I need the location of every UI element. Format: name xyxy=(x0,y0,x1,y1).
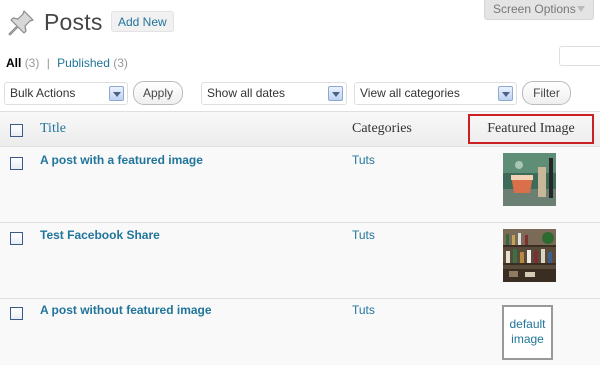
screen-options-button[interactable]: Screen Options xyxy=(484,0,594,20)
bulk-actions-select[interactable]: Bulk Actions xyxy=(4,82,128,105)
chevron-down-icon xyxy=(498,86,513,101)
filter-button[interactable]: Filter xyxy=(522,81,571,105)
dates-value: Show all dates xyxy=(207,86,286,100)
add-new-button[interactable]: Add New xyxy=(111,11,174,32)
apply-button[interactable]: Apply xyxy=(133,81,183,105)
row-checkbox[interactable] xyxy=(10,307,23,320)
page-title: Posts xyxy=(44,9,103,35)
view-published-link[interactable]: Published xyxy=(57,56,110,70)
chevron-down-icon xyxy=(109,86,124,101)
categories-select[interactable]: View all categories xyxy=(354,82,517,105)
column-title-header[interactable]: Title xyxy=(40,121,66,137)
chevron-down-icon xyxy=(577,6,585,12)
chevron-down-icon xyxy=(328,86,343,101)
view-separator: | xyxy=(46,56,50,70)
category-link[interactable]: Tuts xyxy=(352,153,375,167)
dates-select[interactable]: Show all dates xyxy=(201,82,347,105)
post-title-link[interactable]: Test Facebook Share xyxy=(40,228,160,242)
view-all-count: (3) xyxy=(24,56,40,70)
post-status-filter: All (3) | Published (3) xyxy=(6,56,128,70)
pin-icon xyxy=(8,10,34,36)
category-link[interactable]: Tuts xyxy=(352,228,375,242)
select-all-checkbox[interactable] xyxy=(10,124,23,137)
row-checkbox[interactable] xyxy=(10,232,23,245)
category-link[interactable]: Tuts xyxy=(352,303,375,317)
row-checkbox[interactable] xyxy=(10,157,23,170)
post-title-link[interactable]: A post with a featured image xyxy=(40,153,203,167)
featured-image-thumbnail[interactable] xyxy=(503,229,556,282)
column-categories-header: Categories xyxy=(352,121,412,136)
screen-options-label: Screen Options xyxy=(493,2,576,16)
bulk-actions-value: Bulk Actions xyxy=(10,86,76,100)
categories-value: View all categories xyxy=(360,86,460,100)
search-input[interactable] xyxy=(559,46,600,66)
view-all-link[interactable]: All xyxy=(6,56,21,70)
column-featured-image-header: Featured Image xyxy=(468,114,594,144)
view-published-count: (3) xyxy=(113,56,128,70)
default-image-placeholder[interactable]: default image xyxy=(502,305,553,360)
featured-image-thumbnail[interactable] xyxy=(503,153,556,206)
post-title-link[interactable]: A post without featured image xyxy=(40,303,212,317)
